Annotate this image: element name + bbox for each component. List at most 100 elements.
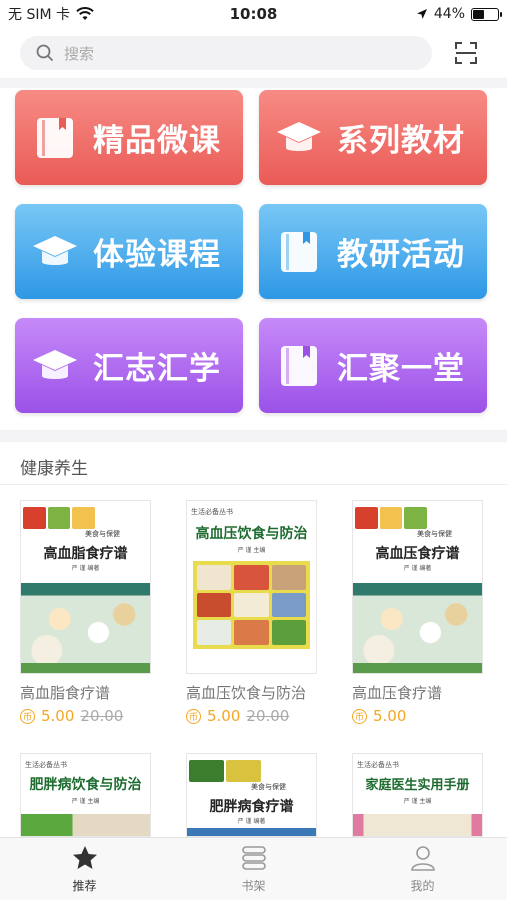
coin-icon: 币	[20, 708, 35, 724]
book-cover: 美食与保健 高血压食疗谱 严 谨 编著	[352, 500, 483, 674]
book-title: 高血脂食疗谱	[20, 684, 111, 702]
section-title: 健康养生	[20, 459, 88, 479]
tile-tiyan-kecheng[interactable]: 体验课程	[15, 204, 243, 299]
cover-author: 严 谨 主编	[237, 547, 266, 554]
cover-band	[187, 828, 316, 836]
status-time: 10:08	[229, 5, 278, 23]
cover-author: 严 谨 编著	[403, 565, 432, 572]
tile-jingpin-weike[interactable]: 精品微课	[15, 90, 243, 185]
tab-bookshelf[interactable]: 书架	[169, 838, 338, 900]
wifi-icon	[76, 7, 94, 20]
cover-series: 生活必备丛书	[357, 761, 399, 769]
tab-label: 我的	[410, 879, 435, 893]
cover-food-photo	[353, 583, 482, 673]
original-price: 20.00	[246, 707, 290, 725]
tile-xilie-jiaocai[interactable]: 系列教材	[259, 90, 487, 185]
price-row: 币 5.00 20.00	[186, 707, 317, 725]
battery-percent: 44%	[433, 6, 465, 22]
cover-title: 高血压饮食与防治	[195, 526, 308, 542]
tile-jiaoyan-huodong[interactable]: 教研活动	[259, 204, 487, 299]
cover-fruit-photo	[355, 507, 428, 529]
book-cover: 生活必备丛书 家庭医生实用手册 严 谨 主编	[352, 753, 483, 837]
status-right: 44%	[416, 6, 502, 22]
graduation-cap-icon	[33, 235, 77, 265]
price-row: 币 5.00	[352, 707, 483, 725]
price: 5.00	[41, 707, 75, 725]
tab-bar: 推荐 书架 我的	[0, 837, 507, 900]
tile-huizhi-huixue[interactable]: 汇志汇学	[15, 318, 243, 413]
search-icon	[36, 44, 54, 62]
price-row: 币 5.00 20.00	[20, 707, 151, 725]
star-icon	[72, 846, 97, 869]
book-title: 高血压饮食与防治	[186, 684, 307, 702]
tab-recommend[interactable]: 推荐	[0, 838, 169, 900]
cover-subtitle: 美食与保健	[251, 783, 286, 791]
graduation-cap-icon	[277, 121, 321, 151]
cover-title: 家庭医生实用手册	[365, 778, 470, 793]
book-title: 高血压食疗谱	[352, 684, 443, 702]
search-input[interactable]: 搜索	[20, 36, 432, 70]
cover-subtitle: 美食与保健	[417, 530, 452, 538]
book-cover: 美食与保健 高血脂食疗谱 严 谨 编著	[20, 500, 151, 674]
search-placeholder: 搜索	[64, 44, 95, 63]
tile-label: 汇聚一堂	[337, 351, 465, 387]
search-row: 搜索	[0, 30, 507, 76]
cover-author: 严 谨 编著	[237, 818, 266, 825]
cover-author: 严 谨 主编	[403, 798, 432, 805]
cover-title: 高血脂食疗谱	[43, 546, 128, 562]
battery-fill	[473, 9, 484, 19]
book-card[interactable]: 生活必备丛书 家庭医生实用手册 严 谨 主编	[352, 753, 483, 837]
cover-title: 高血压食疗谱	[375, 546, 460, 562]
tile-label: 系列教材	[337, 123, 465, 159]
battery-icon	[471, 7, 502, 21]
book-card[interactable]: 生活必备丛书 高血压饮食与防治 严 谨 主编 高血压饮食与防治 币 5.00 2…	[186, 500, 317, 725]
book-list: 美食与保健 高血脂食疗谱 严 谨 编著 高血脂食疗谱 币 5.00 20.00 …	[20, 500, 487, 837]
tab-profile[interactable]: 我的	[338, 838, 507, 900]
cover-food-mosaic	[21, 814, 150, 836]
book-icon	[37, 117, 73, 158]
divider	[0, 78, 507, 88]
status-left: 无 SIM 卡	[8, 4, 94, 24]
divider	[0, 484, 507, 485]
book-card[interactable]: 美食与保健 高血压食疗谱 严 谨 编著 高血压食疗谱 币 5.00	[352, 500, 483, 725]
book-cover: 美食与保健 肥胖病食疗谱 严 谨 编著	[186, 753, 317, 837]
coin-icon: 币	[186, 708, 201, 724]
cover-series: 生活必备丛书	[25, 761, 67, 769]
cover-title: 肥胖病饮食与防治	[29, 777, 142, 793]
cover-food-photo	[21, 583, 150, 673]
divider	[0, 430, 507, 442]
bookshelf-icon	[241, 846, 266, 870]
scan-icon[interactable]	[454, 41, 478, 65]
book-card[interactable]: 美食与保健 高血脂食疗谱 严 谨 编著 高血脂食疗谱 币 5.00 20.00	[20, 500, 151, 725]
cover-food-mosaic	[353, 814, 482, 836]
tile-label: 体验课程	[93, 237, 221, 273]
tab-label: 书架	[241, 879, 266, 893]
cover-fruit-photo	[23, 507, 96, 529]
cover-author: 严 谨 主编	[71, 798, 100, 805]
carrier-label: 无 SIM 卡	[8, 7, 70, 23]
tile-label: 精品微课	[93, 123, 221, 159]
cover-series: 生活必备丛书	[191, 508, 233, 516]
book-icon	[281, 345, 317, 386]
tile-huiju-yitang[interactable]: 汇聚一堂	[259, 318, 487, 413]
tile-label: 教研活动	[337, 237, 465, 273]
profile-icon	[410, 846, 435, 871]
book-cover: 生活必备丛书 高血压饮食与防治 严 谨 主编	[186, 500, 317, 674]
cover-fruit-photo	[189, 760, 261, 782]
tab-label: 推荐	[72, 879, 97, 893]
book-cover: 生活必备丛书 肥胖病饮食与防治 严 谨 主编	[20, 753, 151, 837]
book-icon	[281, 231, 317, 272]
cover-title: 肥胖病食疗谱	[209, 799, 294, 815]
cover-subtitle: 美食与保健	[85, 530, 120, 538]
tile-label: 汇志汇学	[93, 351, 221, 387]
price: 5.00	[373, 707, 407, 725]
book-card[interactable]: 美食与保健 肥胖病食疗谱 严 谨 编著	[186, 753, 317, 837]
coin-icon: 币	[352, 708, 367, 724]
cover-food-mosaic	[193, 561, 310, 649]
location-arrow-icon	[416, 9, 427, 19]
cover-author: 严 谨 编著	[71, 565, 100, 572]
graduation-cap-icon	[33, 349, 77, 379]
original-price: 20.00	[80, 707, 124, 725]
book-card[interactable]: 生活必备丛书 肥胖病饮食与防治 严 谨 主编	[20, 753, 151, 837]
status-bar: 无 SIM 卡 10:08 44%	[0, 0, 507, 28]
